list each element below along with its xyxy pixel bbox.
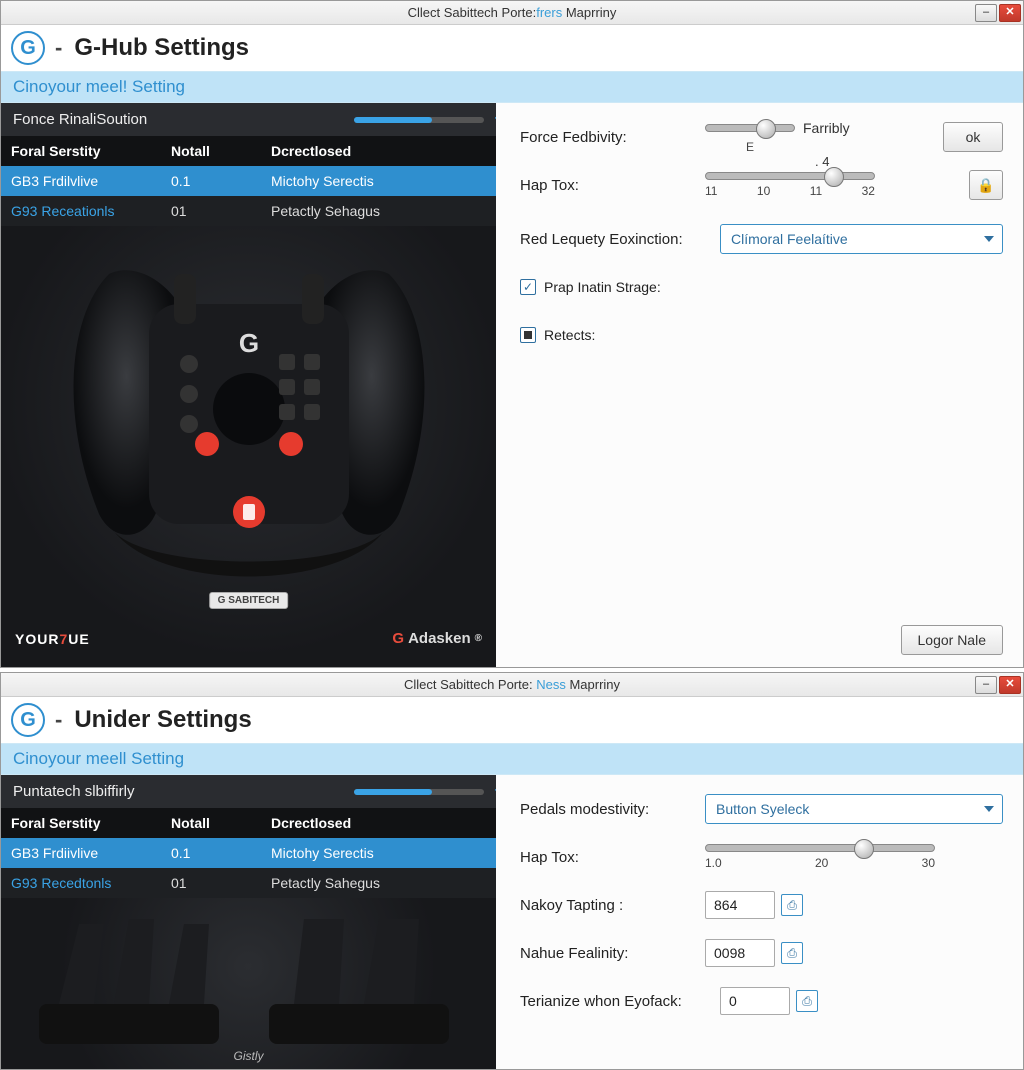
stepper-button[interactable]: ⎙ — [781, 894, 803, 916]
col-header: Foral Serstity — [1, 136, 161, 166]
slider-value: . 4 — [815, 154, 829, 169]
retects-checkbox[interactable] — [520, 327, 536, 343]
nahue-input[interactable]: 0098 — [705, 939, 775, 967]
subheader: Cinoyour meell Setting — [1, 743, 1023, 775]
minimize-button[interactable]: – — [975, 4, 997, 22]
page-title: G-Hub Settings — [74, 34, 249, 62]
settings-form: Force Fedbivity: Farribly E ok Hap Tox: — [496, 103, 1023, 667]
window-title: Cllect Sabittech Porte:frers Maprriny — [408, 5, 617, 20]
close-button[interactable]: ✕ — [999, 676, 1021, 694]
section-title: Puntatech slbiffirly — [13, 783, 134, 800]
force-feedback-label: Force Fedbivity: — [520, 129, 705, 146]
minimize-button[interactable]: – — [975, 676, 997, 694]
titlebar[interactable]: Cllect Sabittech Porte: Ness Maprriny – … — [1, 673, 1023, 697]
led-label: Red Lequety Eoxinction: — [520, 231, 720, 248]
hap-tox-slider[interactable] — [705, 172, 875, 180]
steering-wheel-icon: G — [29, 234, 469, 634]
window-title: Cllect Sabittech Porte: Ness Maprriny — [404, 677, 620, 692]
lock-icon: 🔒 — [977, 177, 994, 194]
terianize-input[interactable]: 0 — [720, 987, 790, 1015]
device-preview: Gistly — [1, 898, 496, 1069]
section-title: Fonce RinaliSoution — [13, 111, 147, 128]
brand-watermark: Gistly — [234, 1049, 264, 1063]
table-row[interactable]: GB3 Frdiivlive 0.1 Mictohy Serectis — [1, 838, 496, 868]
brand-watermark: GAdasken® — [392, 630, 482, 647]
nakoy-input[interactable]: 864 — [705, 891, 775, 919]
header-dash: - — [55, 35, 62, 61]
stepper-button[interactable]: ⎙ — [796, 990, 818, 1012]
header-dash: - — [55, 707, 62, 733]
prap-checkbox[interactable]: ✓ — [520, 279, 536, 295]
device-table: Foral Serstity Notall Dcrectlosed GB3 Fr… — [1, 808, 496, 898]
left-panel: Puntatech slbiffirly + Foral Serstity No… — [1, 775, 496, 1069]
device-plaque: G SABITECH — [209, 592, 289, 609]
hap-tox-slider[interactable] — [705, 844, 935, 852]
retects-label: Retects: — [544, 327, 595, 343]
app-logo-icon: G — [11, 31, 45, 65]
close-button[interactable]: ✕ — [999, 4, 1021, 22]
section-slider[interactable]: + — [354, 117, 484, 123]
page-title: Unider Settings — [74, 706, 251, 734]
section-bar: Puntatech slbiffirly + — [1, 775, 496, 808]
table-row[interactable]: GB3 Frdilvlive 0.1 Mictohy Serectis — [1, 166, 496, 196]
prap-label: Prap Inatin Strage: — [544, 279, 661, 295]
svg-text:G: G — [238, 328, 258, 358]
pedals-icon — [19, 904, 479, 1054]
app-header: G - Unider Settings — [1, 697, 1023, 743]
brand-watermark: YOUR7UE — [15, 631, 90, 647]
col-header: Notall — [161, 808, 261, 838]
device-table: Foral Serstity Notall Dcrectlosed GB3 Fr… — [1, 136, 496, 226]
logor-nale-button[interactable]: Logor Nale — [901, 625, 1004, 655]
nakoy-label: Nakoy Tapting : — [520, 897, 705, 914]
left-panel: Fonce RinaliSoution + Foral Serstity Not… — [1, 103, 496, 667]
stepper-button[interactable]: ⎙ — [781, 942, 803, 964]
app-header: G - G-Hub Settings — [1, 25, 1023, 71]
titlebar[interactable]: Cllect Sabittech Porte:frers Maprriny – … — [1, 1, 1023, 25]
force-feedback-slider[interactable] — [705, 124, 795, 132]
hap-tox-label: Hap Tox: — [520, 177, 705, 194]
table-row[interactable]: G93 Receationls 01 Petactly Sehagus — [1, 196, 496, 226]
slider-value-text: Farribly — [803, 120, 850, 136]
col-header: Dcrectlosed — [261, 136, 496, 166]
subheader: Cinoyour meel! Setting — [1, 71, 1023, 103]
table-row[interactable]: G93 Recedtonls 01 Petactly Sahegus — [1, 868, 496, 898]
pedals-mode-select[interactable]: Button Syeleck — [705, 794, 1003, 824]
terianize-label: Terianize whon Eyofack: — [520, 993, 720, 1010]
section-slider[interactable]: + — [354, 789, 484, 795]
hap-tox-label: Hap Tox: — [520, 849, 705, 866]
device-preview: G G SABITECH YOUR7UE — [1, 226, 496, 667]
led-mode-select[interactable]: Clímoral Feelaítive — [720, 224, 1003, 254]
col-header: Foral Serstity — [1, 808, 161, 838]
app-logo-icon: G — [11, 703, 45, 737]
col-header: Dcrectlosed — [261, 808, 496, 838]
col-header: Notall — [161, 136, 261, 166]
nahue-label: Nahue Fealinity: — [520, 945, 705, 962]
lock-button[interactable]: 🔒 — [969, 170, 1003, 200]
section-bar: Fonce RinaliSoution + — [1, 103, 496, 136]
pedals-mode-label: Pedals modestivity: — [520, 801, 705, 818]
ok-button[interactable]: ok — [943, 122, 1003, 152]
settings-form: Pedals modestivity: Button Syeleck Hap T… — [496, 775, 1023, 1069]
